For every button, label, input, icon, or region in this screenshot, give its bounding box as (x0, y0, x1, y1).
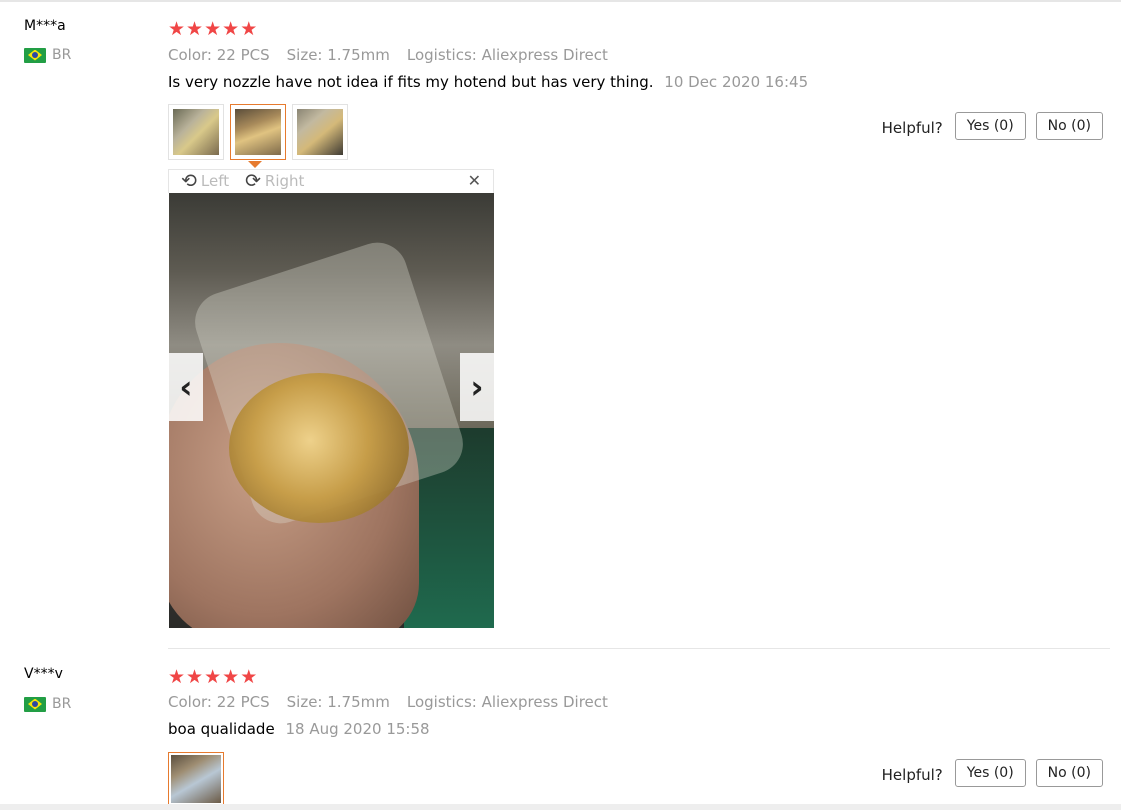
reviewer-name: M***a (24, 18, 66, 34)
reviewer-name: V***v (24, 666, 63, 682)
rotate-left-button[interactable]: ⟲ Left (181, 171, 229, 191)
star-icon: ★ (168, 666, 186, 688)
star-icon: ★ (204, 666, 222, 688)
rotate-left-label: Left (200, 172, 230, 190)
helpful-vote: Helpful? Yes (0) No (0) (882, 759, 1103, 787)
helpful-label: Helpful? (881, 119, 943, 137)
brazil-flag-icon (24, 696, 46, 712)
rotate-right-button[interactable]: ⟳ Right (245, 171, 304, 191)
star-icon: ★ (168, 18, 186, 40)
country-code: BR (52, 47, 72, 63)
review-image-thumb-active[interactable] (230, 104, 286, 160)
previous-image-button[interactable]: ‹ (169, 353, 203, 421)
helpful-no-button[interactable]: No (0) (1035, 112, 1103, 140)
star-icon: ★ (222, 18, 240, 40)
reviews-list: M***a BR ★ ★ ★ ★ ★ Color: 22 PCS Size: 1… (0, 0, 1121, 810)
star-icon: ★ (240, 18, 258, 40)
star-icon: ★ (204, 18, 222, 40)
order-size: Size: 1.75mm (286, 46, 390, 64)
order-color: Color: 22 PCS (168, 693, 270, 711)
close-icon[interactable]: ✕ (468, 171, 481, 190)
star-icon: ★ (186, 18, 204, 40)
order-logistics: Logistics: Aliexpress Direct (406, 693, 608, 711)
review-image-large: ‹ › (169, 193, 494, 628)
order-color: Color: 22 PCS (168, 46, 270, 64)
reviewer-country: BR (24, 696, 71, 712)
rotate-right-label: Right (264, 172, 305, 190)
active-thumb-caret (248, 161, 262, 168)
reviewer-country: BR (24, 47, 71, 63)
star-icon: ★ (222, 666, 240, 688)
chevron-left-icon: ‹ (179, 368, 193, 406)
review-date: 10 Dec 2020 16:45 (664, 73, 809, 91)
review-images (168, 752, 224, 806)
review-image-thumb[interactable] (168, 104, 224, 160)
country-code: BR (52, 696, 72, 712)
review-image-thumb[interactable] (168, 752, 224, 806)
order-size: Size: 1.75mm (286, 693, 390, 711)
review-divider (168, 648, 1110, 649)
star-icon: ★ (186, 666, 204, 688)
bottom-border (0, 804, 1121, 810)
review-text: Is very nozzle have not idea if fits my … (168, 73, 654, 91)
review-date: 18 Aug 2020 15:58 (285, 720, 430, 738)
review-item: V***v BR ★ ★ ★ ★ ★ Color: 22 PCS Size: 1… (0, 650, 1121, 810)
star-icon: ★ (240, 666, 258, 688)
star-rating: ★ ★ ★ ★ ★ (168, 18, 257, 40)
review-text: boa qualidade (168, 720, 275, 738)
order-logistics: Logistics: Aliexpress Direct (406, 46, 608, 64)
brazil-flag-icon (24, 47, 46, 63)
review-content: Is very nozzle have not idea if fits my … (168, 73, 808, 91)
star-rating: ★ ★ ★ ★ ★ (168, 666, 257, 688)
helpful-yes-button[interactable]: Yes (0) (954, 112, 1026, 140)
order-info: Color: 22 PCS Size: 1.75mm Logistics: Al… (168, 693, 608, 711)
helpful-no-button[interactable]: No (0) (1035, 759, 1103, 787)
review-item: M***a BR ★ ★ ★ ★ ★ Color: 22 PCS Size: 1… (0, 0, 1121, 648)
next-image-button[interactable]: › (460, 353, 494, 421)
helpful-yes-button[interactable]: Yes (0) (954, 759, 1026, 787)
order-info: Color: 22 PCS Size: 1.75mm Logistics: Al… (168, 46, 608, 64)
rotate-right-icon: ⟳ (245, 170, 261, 192)
review-content: boa qualidade 18 Aug 2020 15:58 (168, 720, 430, 738)
image-viewer-toolbar: ⟲ Left ⟳ Right ✕ (168, 169, 494, 193)
review-image-thumb[interactable] (292, 104, 348, 160)
chevron-right-icon: › (470, 368, 484, 406)
rotate-left-icon: ⟲ (181, 170, 197, 192)
review-images (168, 104, 348, 168)
helpful-label: Helpful? (881, 766, 943, 784)
helpful-vote: Helpful? Yes (0) No (0) (882, 112, 1103, 140)
